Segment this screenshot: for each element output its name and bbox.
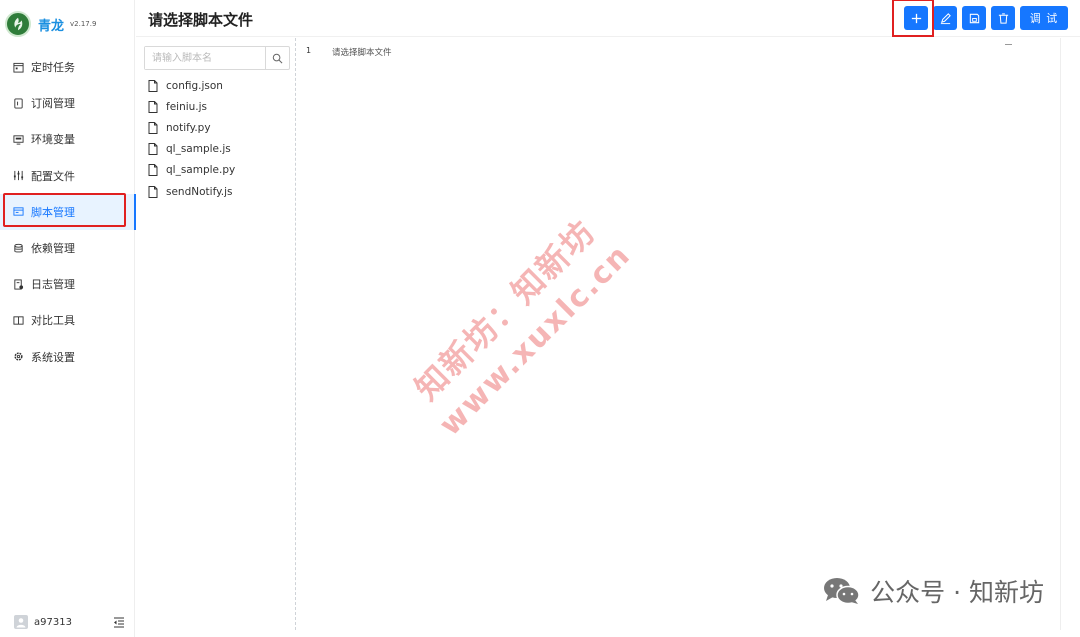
sidebar-item-label: 环境变量 (31, 133, 75, 147)
diff-icon (12, 314, 24, 326)
add-script-button[interactable] (904, 6, 928, 30)
page-header: 请选择脚本文件 调 试 (136, 0, 1080, 37)
file-name: config.json (166, 79, 223, 92)
sidebar-menu: 定时任务 订阅管理 环境变量 配置文件 脚本管理 依赖管理 日志管理 对比工具 … (0, 49, 136, 375)
code-editor[interactable]: 1 请选择脚本文件 (297, 38, 1061, 630)
file-icon (148, 164, 159, 177)
script-search (144, 46, 290, 70)
log-icon (12, 278, 24, 290)
debug-button[interactable]: 调 试 (1020, 6, 1068, 30)
file-name: ql_sample.js (166, 143, 231, 156)
monitor-icon (12, 133, 24, 145)
sidebar-item-label: 配置文件 (31, 169, 75, 183)
sidebar-item-config[interactable]: 配置文件 (0, 158, 135, 194)
sidebar-footer: a97313 (0, 607, 135, 637)
sidebar-item-settings[interactable]: 系统设置 (0, 339, 135, 375)
file-name: ql_sample.py (166, 164, 236, 177)
sidebar-item-label: 脚本管理 (31, 205, 75, 219)
app-logo[interactable]: 青龙 v2.17.9 (5, 10, 96, 38)
app-window: 青龙 v2.17.9 定时任务 订阅管理 环境变量 配置文件 脚本管理 依赖管理… (0, 0, 1080, 637)
app-version: v2.17.9 (70, 20, 97, 28)
search-icon (272, 53, 283, 63)
sidebar-item-env[interactable]: 环境变量 (0, 121, 135, 157)
file-name: notify.py (166, 121, 211, 134)
search-input[interactable] (145, 47, 265, 69)
file-panel: config.json feiniu.js notify.py ql_sampl… (136, 38, 296, 630)
sidebar-item-scripts[interactable]: 脚本管理 (0, 193, 136, 231)
pencil-icon (940, 12, 951, 24)
toolbar: 调 试 (904, 6, 1068, 30)
page-title: 请选择脚本文件 (148, 11, 254, 29)
script-icon (12, 206, 24, 218)
sidebar-item-cron[interactable]: 定时任务 (0, 49, 135, 85)
trash-icon (998, 12, 1008, 24)
editor-content[interactable]: 请选择脚本文件 (332, 46, 392, 58)
file-icon (148, 79, 159, 92)
sidebar-item-diff[interactable]: 对比工具 (0, 302, 135, 338)
edit-script-button[interactable] (933, 6, 957, 30)
wechat-icon (824, 578, 860, 605)
sidebar-item-label: 对比工具 (31, 314, 75, 328)
file-icon (148, 121, 159, 134)
subscribe-icon (12, 97, 24, 109)
database-icon (12, 242, 24, 254)
sidebar-item-dependencies[interactable]: 依赖管理 (0, 230, 135, 266)
sidebar-item-label: 依赖管理 (31, 242, 75, 256)
sidebar-item-subscriptions[interactable]: 订阅管理 (0, 85, 135, 121)
file-item[interactable]: sendNotify.js (148, 181, 235, 202)
avatar[interactable] (14, 615, 28, 629)
collapse-menu-icon[interactable] (113, 616, 125, 628)
file-item[interactable]: feiniu.js (148, 96, 235, 117)
sidebar-item-label: 订阅管理 (31, 97, 75, 111)
file-list: config.json feiniu.js notify.py ql_sampl… (148, 75, 235, 202)
calendar-icon (12, 61, 24, 73)
plus-icon (911, 13, 921, 23)
app-title: 青龙 (38, 18, 65, 34)
sidebar-item-label: 系统设置 (31, 350, 75, 364)
qinglong-logo-icon (5, 11, 31, 37)
save-icon (969, 13, 979, 23)
username[interactable]: a97313 (34, 617, 72, 628)
sidebar-item-label: 日志管理 (31, 278, 75, 292)
minimap (1005, 44, 1012, 45)
wechat-watermark: 公众号 · 知新坊 (822, 573, 1044, 609)
file-item[interactable]: ql_sample.js (148, 139, 235, 160)
file-icon (148, 100, 159, 113)
sidebar-item-label: 定时任务 (31, 61, 75, 75)
sliders-icon (12, 170, 24, 182)
search-button[interactable] (265, 47, 289, 69)
file-name: sendNotify.js (166, 185, 233, 198)
wechat-text: 公众号 · 知新坊 (870, 578, 1044, 607)
save-script-button[interactable] (962, 6, 986, 30)
file-item[interactable]: notify.py (148, 117, 235, 138)
file-item[interactable]: ql_sample.py (148, 160, 235, 181)
delete-script-button[interactable] (991, 6, 1015, 30)
sidebar: 青龙 v2.17.9 定时任务 订阅管理 环境变量 配置文件 脚本管理 依赖管理… (0, 0, 136, 637)
line-number: 1 (306, 46, 312, 55)
file-item[interactable]: config.json (148, 75, 235, 96)
sidebar-item-logs[interactable]: 日志管理 (0, 266, 135, 302)
file-icon (148, 143, 159, 156)
file-name: feiniu.js (166, 100, 208, 113)
file-icon (148, 185, 159, 198)
gear-icon (12, 351, 24, 363)
